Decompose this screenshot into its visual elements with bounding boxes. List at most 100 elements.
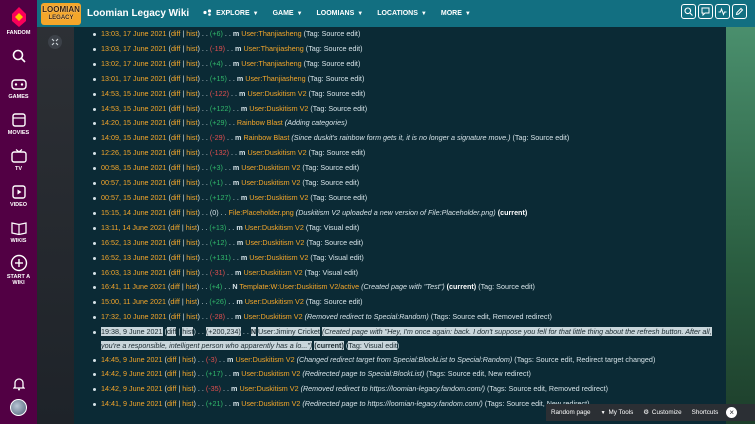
hist-link[interactable]: hist [186, 148, 197, 157]
diff-link[interactable]: diff [167, 355, 176, 364]
revision-date-link[interactable]: 00:57, 15 June 2021 [101, 178, 167, 187]
rail-item-games[interactable]: GAMES [0, 76, 37, 100]
revision-date-link[interactable]: 14:42, 9 June 2021 [101, 384, 163, 393]
diff-link[interactable]: diff [171, 133, 180, 142]
my-tools-button[interactable]: ▼ My Tools [596, 409, 639, 416]
diff-link[interactable]: diff [171, 89, 180, 98]
revision-date-link[interactable]: 16:03, 13 June 2021 [101, 268, 167, 277]
revision-date-link[interactable]: 14:20, 15 June 2021 [101, 118, 167, 127]
diff-link[interactable]: diff [171, 44, 180, 53]
hist-link[interactable]: hist [186, 178, 197, 187]
rail-item-wikis[interactable]: WIKIS [0, 220, 37, 244]
diff-link[interactable]: diff [171, 268, 180, 277]
revision-date-link[interactable]: 13:01, 17 June 2021 [101, 74, 167, 83]
wiki-logo[interactable]: LOOMIAN LEGACY [41, 2, 81, 25]
nav-locations[interactable]: LOCATIONS ▼ [377, 9, 427, 18]
search-button[interactable] [0, 48, 37, 66]
page-link[interactable]: File:Placeholder.png [229, 208, 294, 217]
hist-link[interactable]: hist [186, 268, 197, 277]
diff-link[interactable]: diff [170, 282, 179, 291]
page-link[interactable]: User:Thanjiasheng [245, 74, 305, 83]
revision-date-link[interactable]: 14:45, 9 June 2021 [101, 355, 163, 364]
diff-link[interactable]: diff [171, 238, 180, 247]
hist-link[interactable]: hist [186, 193, 197, 202]
hist-link[interactable]: hist [186, 59, 197, 68]
page-link[interactable]: User:Duskitism V2 [245, 238, 304, 247]
page-link[interactable]: Template:W:User:Duskitism V2/active [239, 282, 359, 291]
revision-date-link[interactable]: 00:58, 15 June 2021 [101, 163, 167, 172]
nav-loomians[interactable]: LOOMIANS ▼ [317, 9, 364, 18]
discussions-button[interactable] [698, 4, 713, 19]
diff-link[interactable]: diff [171, 59, 180, 68]
hist-link[interactable]: hist [186, 104, 197, 113]
revision-date-link[interactable]: 14:41, 9 June 2021 [101, 399, 163, 408]
wiki-title[interactable]: Loomian Legacy Wiki [87, 8, 189, 19]
hist-link[interactable]: hist [182, 399, 193, 408]
page-link[interactable]: User:Duskitism V2 [235, 355, 294, 364]
revision-date-link[interactable]: 13:03, 17 June 2021 [101, 29, 167, 38]
revision-date-link[interactable]: 17:32, 10 June 2021 [101, 312, 167, 321]
close-icon[interactable]: × [726, 407, 738, 418]
page-link[interactable]: User:Thanjiasheng [241, 59, 301, 68]
shortcuts-button[interactable]: Shortcuts [687, 409, 724, 416]
diff-link[interactable]: diff [171, 193, 180, 202]
hist-link[interactable]: hist [186, 282, 197, 291]
hist-link[interactable]: hist [186, 29, 197, 38]
nav-game[interactable]: GAME ▼ [273, 9, 303, 18]
page-link[interactable]: User:Duskitism V2 [241, 399, 300, 408]
hist-link[interactable]: hist [186, 44, 197, 53]
diff-link[interactable]: diff [171, 29, 180, 38]
page-link[interactable]: User:Duskitism V2 [247, 89, 306, 98]
page-link[interactable]: User:Duskitism V2 [243, 268, 302, 277]
page-link[interactable]: User:Duskitism V2 [241, 178, 300, 187]
random-page-button[interactable]: Random page [546, 409, 596, 416]
hist-link[interactable]: hist [182, 384, 193, 393]
diff-link[interactable]: diff [170, 223, 179, 232]
diff-link[interactable]: diff [171, 178, 180, 187]
hist-link[interactable]: hist [186, 238, 197, 247]
rail-item-start-a-wiki[interactable]: START A WIKI [0, 254, 37, 286]
hist-link[interactable]: hist [186, 253, 197, 262]
rail-item-movies[interactable]: MOVIES [0, 112, 37, 136]
hist-link[interactable]: hist [186, 297, 197, 306]
revision-date-link[interactable]: 00:57, 15 June 2021 [101, 193, 167, 202]
revision-date-link[interactable]: 15:00, 11 June 2021 [101, 297, 166, 306]
diff-link[interactable]: diff [171, 118, 180, 127]
collapse-sidebar-button[interactable] [48, 35, 62, 49]
page-link[interactable]: User:Duskitism V2 [245, 223, 304, 232]
revision-date-link[interactable]: 16:52, 13 June 2021 [101, 253, 167, 262]
page-link[interactable]: User:Duskitism V2 [245, 297, 304, 306]
diff-link[interactable]: diff [171, 163, 180, 172]
hist-link[interactable]: hist [182, 327, 194, 337]
fandom-logo[interactable]: FANDOM [0, 6, 37, 36]
rail-item-video[interactable]: VIDEO [0, 184, 37, 208]
revision-date-link[interactable]: 19:38, 9 June 2021 [101, 327, 163, 337]
edit-page-button[interactable] [732, 4, 747, 19]
diff-link[interactable]: diff [171, 253, 180, 262]
page-link[interactable]: Rainbow Blast [243, 133, 289, 142]
rail-item-tv[interactable]: TV [0, 148, 37, 172]
diff-link[interactable]: diff [171, 74, 180, 83]
revision-date-link[interactable]: 16:52, 13 June 2021 [101, 238, 167, 247]
hist-link[interactable]: hist [186, 312, 197, 321]
activity-button[interactable] [715, 4, 730, 19]
diff-link[interactable]: diff [170, 297, 179, 306]
diff-link[interactable]: diff [171, 148, 180, 157]
header-search-button[interactable] [681, 4, 696, 19]
customize-button[interactable]: ⚙ Customize [638, 409, 686, 416]
diff-link[interactable]: diff [171, 208, 180, 217]
diff-link[interactable]: diff [167, 369, 176, 378]
hist-link[interactable]: hist [186, 133, 197, 142]
hist-link[interactable]: hist [186, 118, 197, 127]
page-link[interactable]: User:Duskitism V2 [249, 193, 308, 202]
page-link[interactable]: User:Duskitism V2 [249, 253, 308, 262]
page-link[interactable]: Rainbow Blast [237, 118, 283, 127]
revision-date-link[interactable]: 13:02, 17 June 2021 [101, 59, 167, 68]
page-link[interactable]: User:Duskitism V2 [249, 104, 308, 113]
hist-link[interactable]: hist [186, 74, 197, 83]
diff-link[interactable]: diff [167, 399, 176, 408]
page-link[interactable]: User:Thanjiasheng [243, 44, 303, 53]
revision-date-link[interactable]: 14:09, 15 June 2021 [101, 133, 167, 142]
hist-link[interactable]: hist [182, 369, 193, 378]
user-avatar[interactable] [0, 399, 37, 418]
